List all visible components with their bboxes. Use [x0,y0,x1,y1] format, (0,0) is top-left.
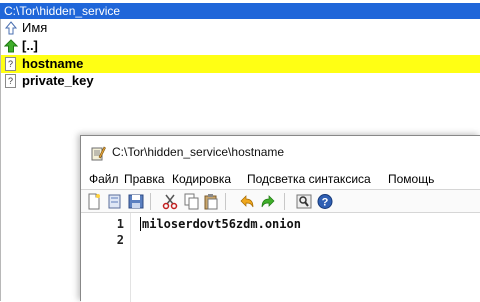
editor-window: C:\Tor\hidden_service\hostname Файл Прав… [80,135,480,302]
notepad-app-icon [91,146,106,161]
list-item-hostname[interactable]: ? hostname [0,55,480,73]
toolbar-separator [284,193,285,210]
text-caret [140,217,141,231]
unknown-file-icon: ? [5,57,16,71]
menu-syntax-highlighting[interactable]: Подсветка синтаксиса [245,169,373,189]
svg-text:?: ? [322,197,329,209]
list-item-parent-dir[interactable]: [..] [0,37,480,55]
window-titlebar[interactable]: C:\Tor\hidden_service\hostname [81,136,480,169]
menu-file[interactable]: Файл [87,169,121,189]
list-item-label: hostname [22,56,84,71]
copy-icon[interactable] [182,193,200,210]
toolbar-separator [225,193,226,210]
line-number-gutter: 1 2 [81,213,131,302]
list-item-label: [..] [22,38,38,53]
current-path-bar[interactable]: C:\Tor\hidden_service [0,3,480,19]
toolbar-separator [150,193,151,210]
code-line[interactable]: miloserdovt56zdm.onion [142,217,301,231]
paste-icon[interactable] [202,193,220,210]
cut-icon[interactable] [161,193,179,210]
new-file-icon[interactable] [85,193,103,210]
window-title: C:\Tor\hidden_service\hostname [112,145,285,159]
column-header-label: Имя [22,20,48,35]
sort-arrow-up-icon [4,21,18,35]
help-icon[interactable]: ? [316,193,334,210]
undo-icon[interactable] [238,193,256,210]
unknown-file-icon: ? [5,74,16,88]
find-icon[interactable] [295,193,313,210]
panel-border [0,19,1,301]
open-file-icon[interactable] [106,193,124,210]
menu-bar: Файл Правка Кодировка Подсветка синтакси… [81,169,480,189]
menu-edit[interactable]: Правка [122,169,167,189]
redo-icon[interactable] [259,193,277,210]
line-number: 2 [116,233,124,247]
menu-help[interactable]: Помощь [386,169,436,189]
list-item-label: private_key [22,73,94,88]
list-item-private-key[interactable]: ? private_key [0,72,480,90]
line-number: 1 [116,217,124,231]
column-header-name[interactable]: Имя [0,19,480,37]
up-folder-icon [4,39,18,53]
save-icon[interactable] [127,193,145,210]
menu-encoding[interactable]: Кодировка [170,169,233,189]
text-editor-area[interactable]: 1 2 miloserdovt56zdm.onion [81,213,480,302]
toolbar: ? [81,189,480,213]
